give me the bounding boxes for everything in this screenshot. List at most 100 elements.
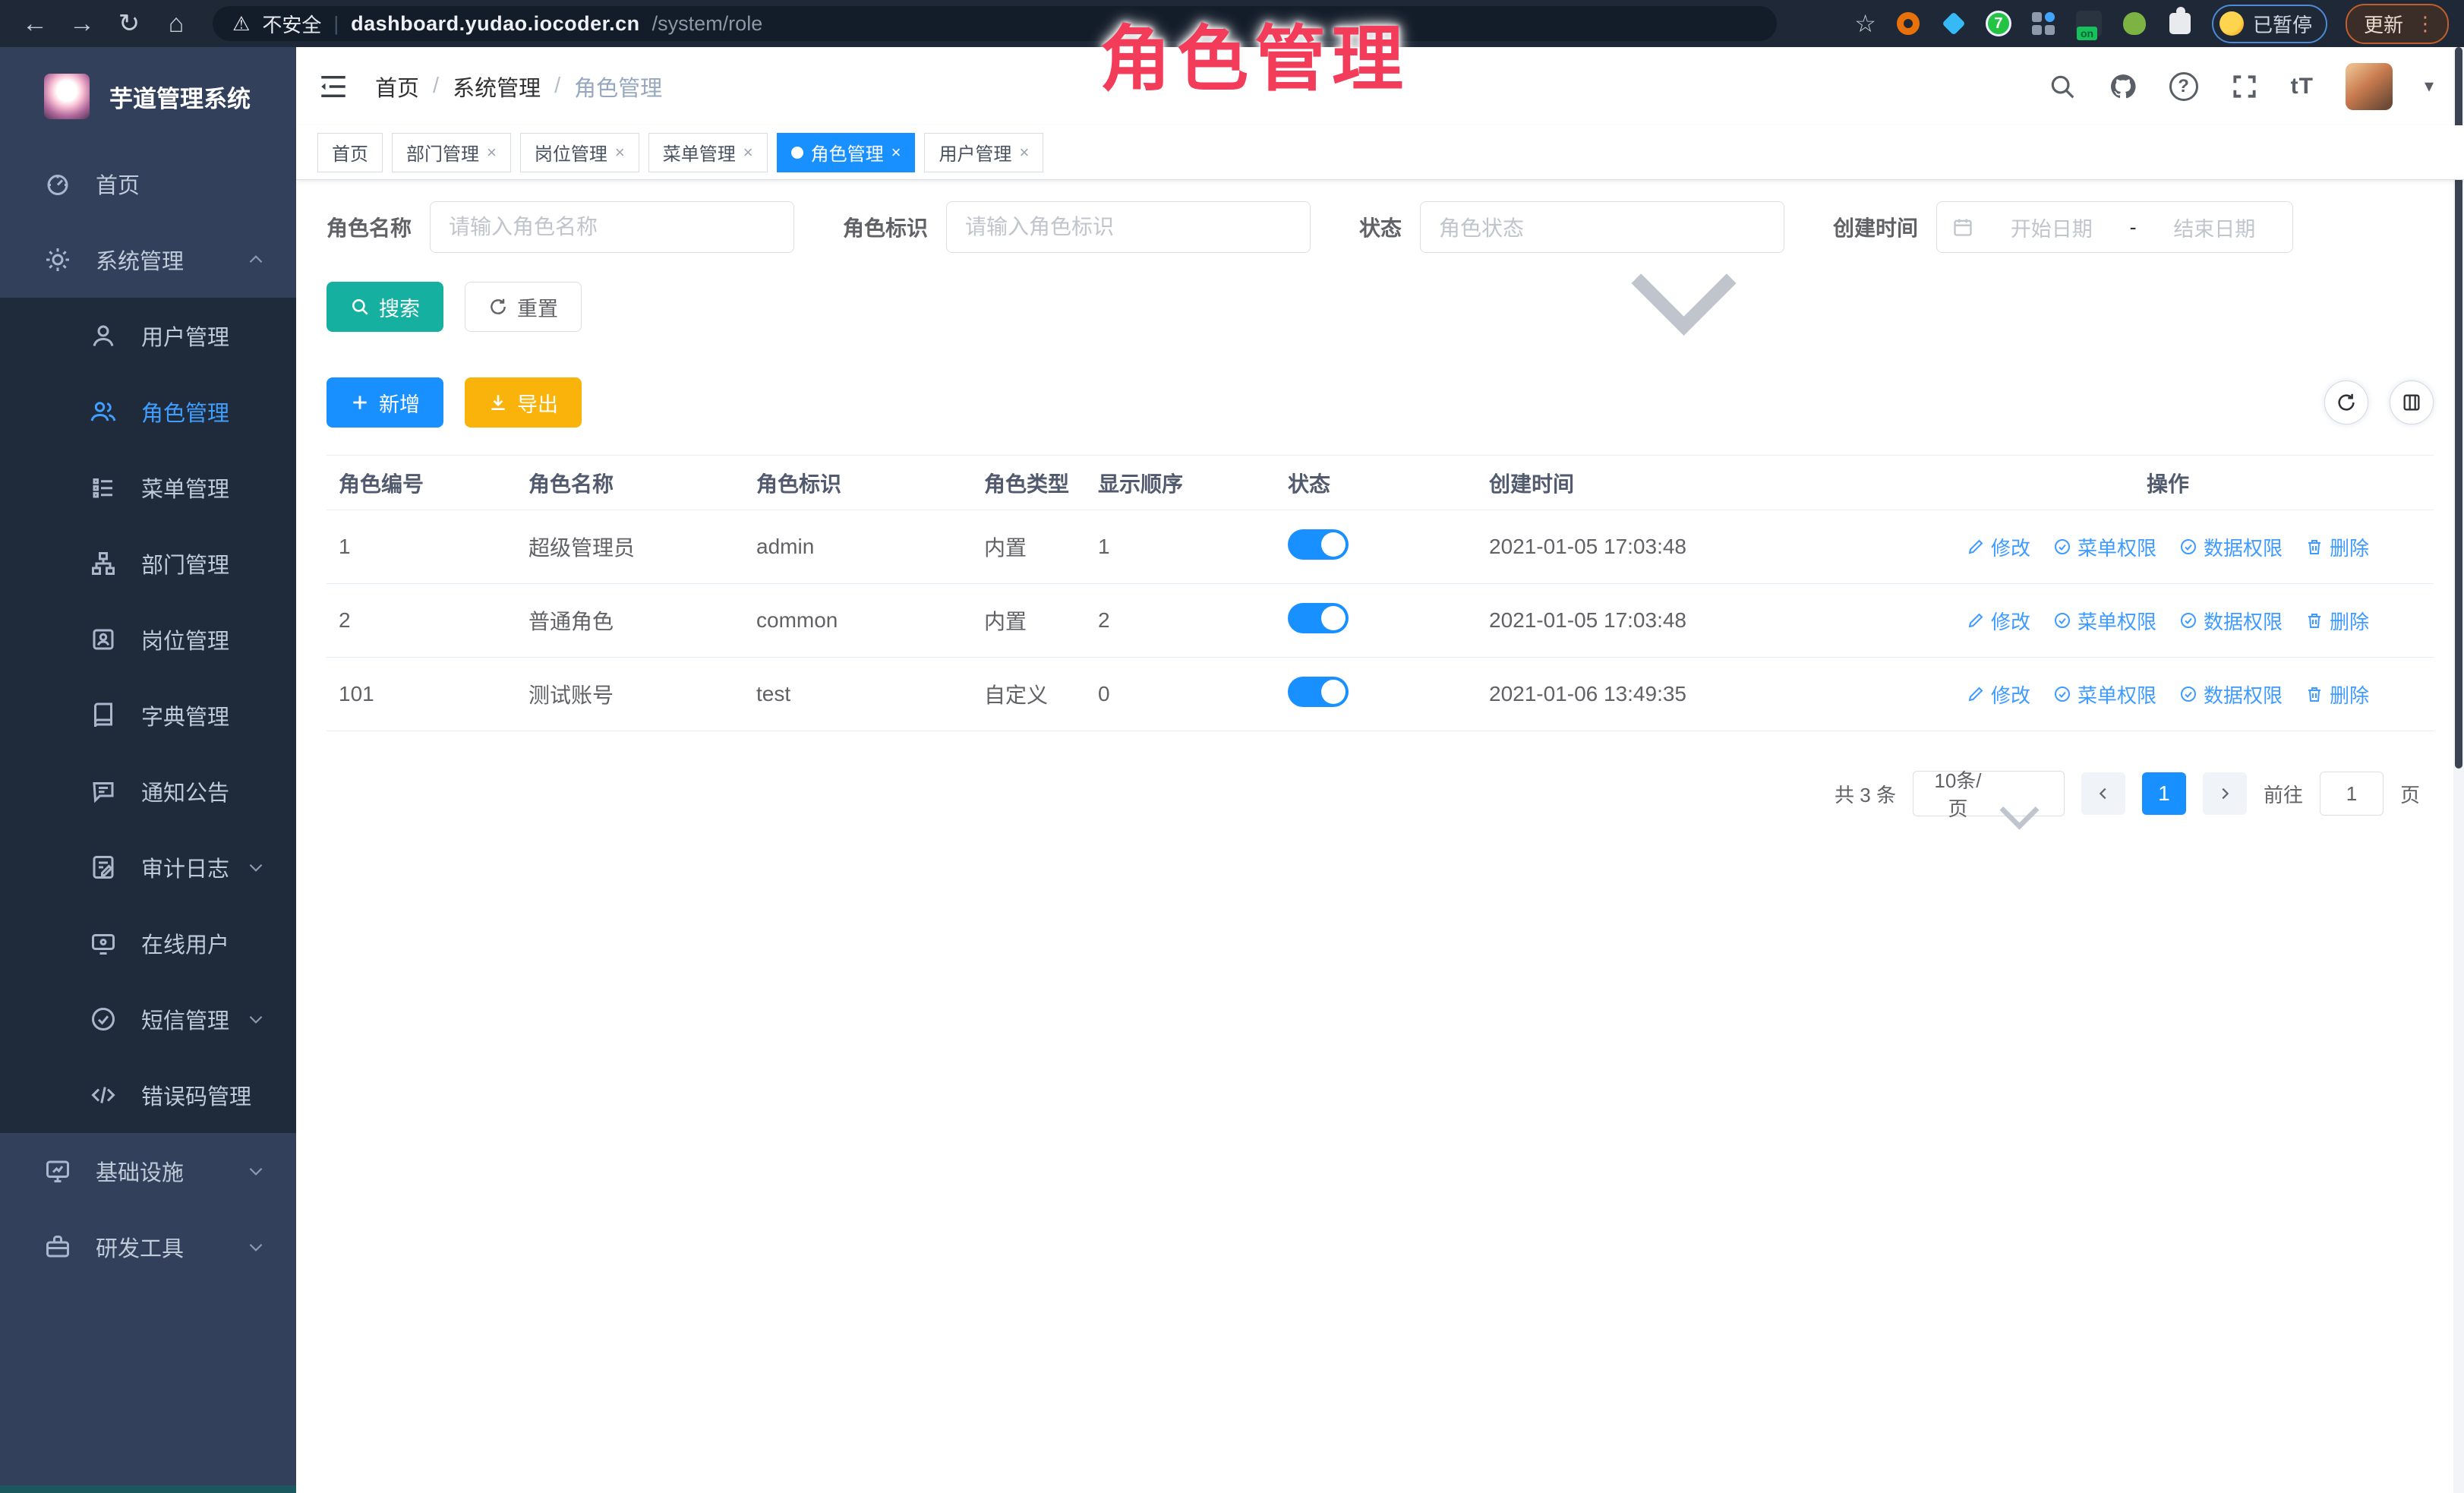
url-bar[interactable]: ⚠ 不安全 | dashboard.yudao.iocoder.cn /syst… [213, 6, 1777, 41]
close-icon[interactable]: × [891, 143, 901, 163]
menu-permission-link[interactable]: 菜单权限 [2053, 607, 2156, 635]
extension-gem-icon[interactable] [1940, 10, 1967, 37]
tab-home[interactable]: 首页 [317, 133, 383, 172]
search-button[interactable]: 搜索 [327, 282, 443, 332]
forward-icon[interactable]: → [62, 0, 102, 47]
sidebar-item-roles[interactable]: 角色管理 [0, 374, 296, 450]
sidebar-item-online-users[interactable]: 在线用户 [0, 905, 296, 981]
bookmark-star-icon[interactable]: ☆ [1854, 9, 1876, 38]
next-page-button[interactable] [2203, 772, 2247, 815]
page-scrollbar[interactable] [2453, 47, 2464, 1493]
sidebar-item-error-codes[interactable]: 错误码管理 [0, 1057, 296, 1133]
column-settings-button[interactable] [2390, 380, 2434, 425]
tab-users[interactable]: 用户管理× [924, 133, 1043, 172]
tab-posts[interactable]: 岗位管理× [520, 133, 639, 172]
hamburger-icon[interactable] [317, 71, 349, 103]
user-icon [90, 322, 117, 349]
update-label: 更新 [2364, 10, 2403, 38]
font-size-icon[interactable]: tT [2291, 74, 2314, 99]
close-icon[interactable]: × [743, 143, 753, 163]
extension-orange-icon[interactable] [1895, 10, 1922, 37]
profile-paused-chip[interactable]: 已暂停 [2212, 5, 2327, 43]
data-permission-link[interactable]: 数据权限 [2179, 533, 2283, 561]
status-toggle[interactable] [1288, 529, 1349, 560]
tab-departments[interactable]: 部门管理× [392, 133, 511, 172]
extension-grid-icon[interactable] [2030, 10, 2057, 37]
main-area: 首页 / 系统管理 / 角色管理 ? tT ▾ [296, 47, 2464, 1493]
tab-menus[interactable]: 菜单管理× [648, 133, 768, 172]
github-icon[interactable] [2109, 72, 2137, 101]
header-actions: ? tT ▾ [2048, 63, 2434, 110]
fullscreen-icon[interactable] [2230, 72, 2259, 101]
status-toggle[interactable] [1288, 677, 1349, 707]
help-icon[interactable]: ? [2169, 72, 2198, 101]
chevron-down-icon [1602, 217, 1765, 237]
sidebar-item-sms[interactable]: 短信管理 [0, 981, 296, 1057]
app-logo-row[interactable]: 芋道管理系统 [0, 47, 296, 146]
date-range-picker[interactable]: 开始日期 - 结束日期 [1936, 201, 2293, 253]
user-avatar[interactable] [2346, 63, 2393, 110]
sidebar-item-audit-log[interactable]: 审计日志 [0, 829, 296, 905]
extensions-puzzle-icon[interactable] [2166, 10, 2194, 37]
sidebar-item-departments[interactable]: 部门管理 [0, 526, 296, 601]
menu-permission-link[interactable]: 菜单权限 [2053, 533, 2156, 561]
reset-button[interactable]: 重置 [465, 282, 582, 332]
avatar-caret-icon[interactable]: ▾ [2425, 75, 2434, 97]
sidebar-item-infrastructure[interactable]: 基础设施 [0, 1133, 296, 1209]
role-name-input[interactable] [430, 201, 794, 253]
extension-switch-icon[interactable]: on [2075, 10, 2103, 37]
add-button[interactable]: 新增 [327, 377, 443, 428]
page-number-button[interactable]: 1 [2142, 772, 2186, 815]
home-icon[interactable]: ⌂ [156, 0, 196, 47]
tags-view-bar: 首页 部门管理× 岗位管理× 菜单管理× 角色管理× 用户管理× [296, 125, 2464, 180]
delete-link[interactable]: 删除 [2305, 533, 2369, 561]
sidebar-item-users[interactable]: 用户管理 [0, 298, 296, 374]
delete-link[interactable]: 删除 [2305, 607, 2369, 635]
circle-check-icon [2053, 685, 2071, 703]
cell-role-name: 普通角色 [516, 605, 744, 636]
download-icon [488, 393, 508, 412]
goto-page-input[interactable] [2320, 772, 2384, 816]
data-permission-link[interactable]: 数据权限 [2179, 680, 2283, 709]
search-icon[interactable] [2048, 72, 2077, 101]
edit-link[interactable]: 修改 [1967, 680, 2030, 709]
sidebar-item-notices[interactable]: 通知公告 [0, 753, 296, 829]
sidebar-item-home[interactable]: 首页 [0, 146, 296, 222]
tab-roles[interactable]: 角色管理× [777, 133, 916, 172]
org-tree-icon [90, 550, 117, 577]
sidebar-item-menus[interactable]: 菜单管理 [0, 450, 296, 526]
breadcrumb-home[interactable]: 首页 [375, 71, 419, 103]
sidebar-item-dev-tools[interactable]: 研发工具 [0, 1209, 296, 1285]
role-key-input[interactable] [946, 201, 1311, 253]
close-icon[interactable]: × [487, 143, 497, 163]
status-toggle[interactable] [1288, 603, 1349, 633]
extension-seven-icon[interactable]: 7 [1986, 11, 2011, 36]
refresh-table-button[interactable] [2324, 380, 2368, 425]
breadcrumb-system[interactable]: 系统管理 [453, 71, 541, 103]
page-size-select[interactable]: 10条/页 [1913, 771, 2065, 816]
export-button[interactable]: 导出 [465, 377, 582, 428]
edit-link[interactable]: 修改 [1967, 607, 2030, 635]
reload-icon[interactable]: ↻ [109, 0, 149, 47]
sidebar: 芋道管理系统 首页 系统管理 用户管理 [0, 47, 296, 1493]
data-permission-link[interactable]: 数据权限 [2179, 607, 2283, 635]
security-label[interactable]: 不安全 [262, 10, 321, 38]
sidebar-item-dict[interactable]: 字典管理 [0, 677, 296, 753]
delete-link[interactable]: 删除 [2305, 680, 2369, 709]
menu-permission-link[interactable]: 菜单权限 [2053, 680, 2156, 709]
prev-page-button[interactable] [2081, 772, 2125, 815]
sidebar-item-posts[interactable]: 岗位管理 [0, 601, 296, 677]
url-divider: | [333, 12, 339, 36]
extension-sprout-icon[interactable] [2121, 10, 2148, 37]
close-icon[interactable]: × [615, 143, 625, 163]
date-start-placeholder[interactable]: 开始日期 [1989, 213, 2115, 242]
edit-link[interactable]: 修改 [1967, 533, 2030, 561]
back-icon[interactable]: ← [15, 0, 55, 47]
close-icon[interactable]: × [1019, 143, 1029, 163]
sidebar-item-system[interactable]: 系统管理 [0, 222, 296, 298]
status-select[interactable]: 角色状态 [1420, 201, 1784, 253]
browser-update-button[interactable]: 更新 ⋮ [2346, 4, 2449, 44]
browser-menu-icon[interactable]: ⋮ [2415, 12, 2435, 36]
calendar-icon [1952, 216, 1973, 238]
date-end-placeholder[interactable]: 结束日期 [2152, 213, 2278, 242]
